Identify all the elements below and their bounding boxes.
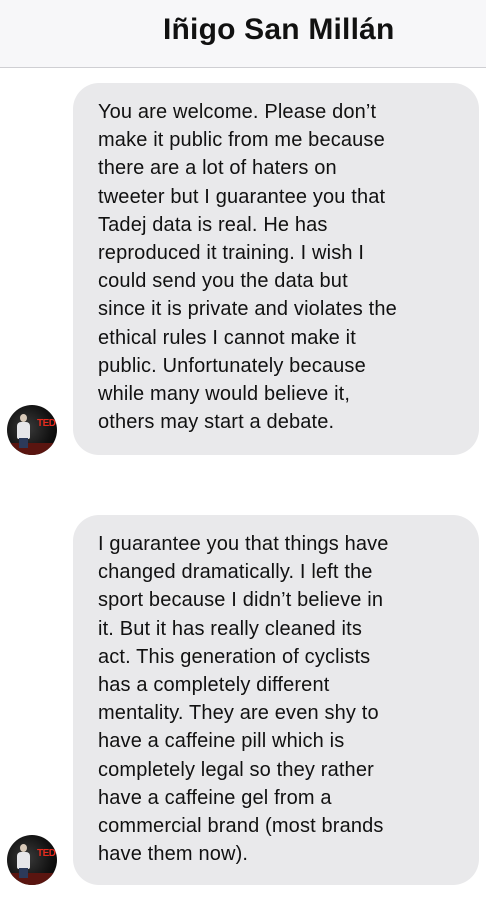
contact-name[interactable]: Iñigo San Millán xyxy=(163,13,395,47)
ted-logo: TED xyxy=(37,418,56,429)
contact-avatar[interactable]: TED xyxy=(7,405,57,455)
message-bubble-received[interactable]: You are welcome. Please don’t make it pu… xyxy=(73,83,479,455)
avatar-stage-graphic xyxy=(7,443,57,455)
message-text: You are welcome. Please don’t make it pu… xyxy=(98,101,397,434)
ted-logo: TED xyxy=(37,848,56,859)
message-bubble-received[interactable]: I guarantee you that things have changed… xyxy=(73,515,479,885)
avatar-person-legs xyxy=(19,868,28,878)
avatar-person-body xyxy=(17,852,30,869)
avatar-person-legs xyxy=(19,438,28,448)
message-text: I guarantee you that things have changed… xyxy=(98,533,389,866)
redaction-smudge xyxy=(70,455,230,495)
contact-avatar[interactable]: TED xyxy=(7,835,57,885)
avatar-stage-graphic xyxy=(7,873,57,885)
avatar-person-head xyxy=(20,414,27,422)
avatar-person-body xyxy=(17,422,30,439)
avatar-person-head xyxy=(20,844,27,852)
conversation-header: Iñigo San Millán xyxy=(0,0,486,68)
